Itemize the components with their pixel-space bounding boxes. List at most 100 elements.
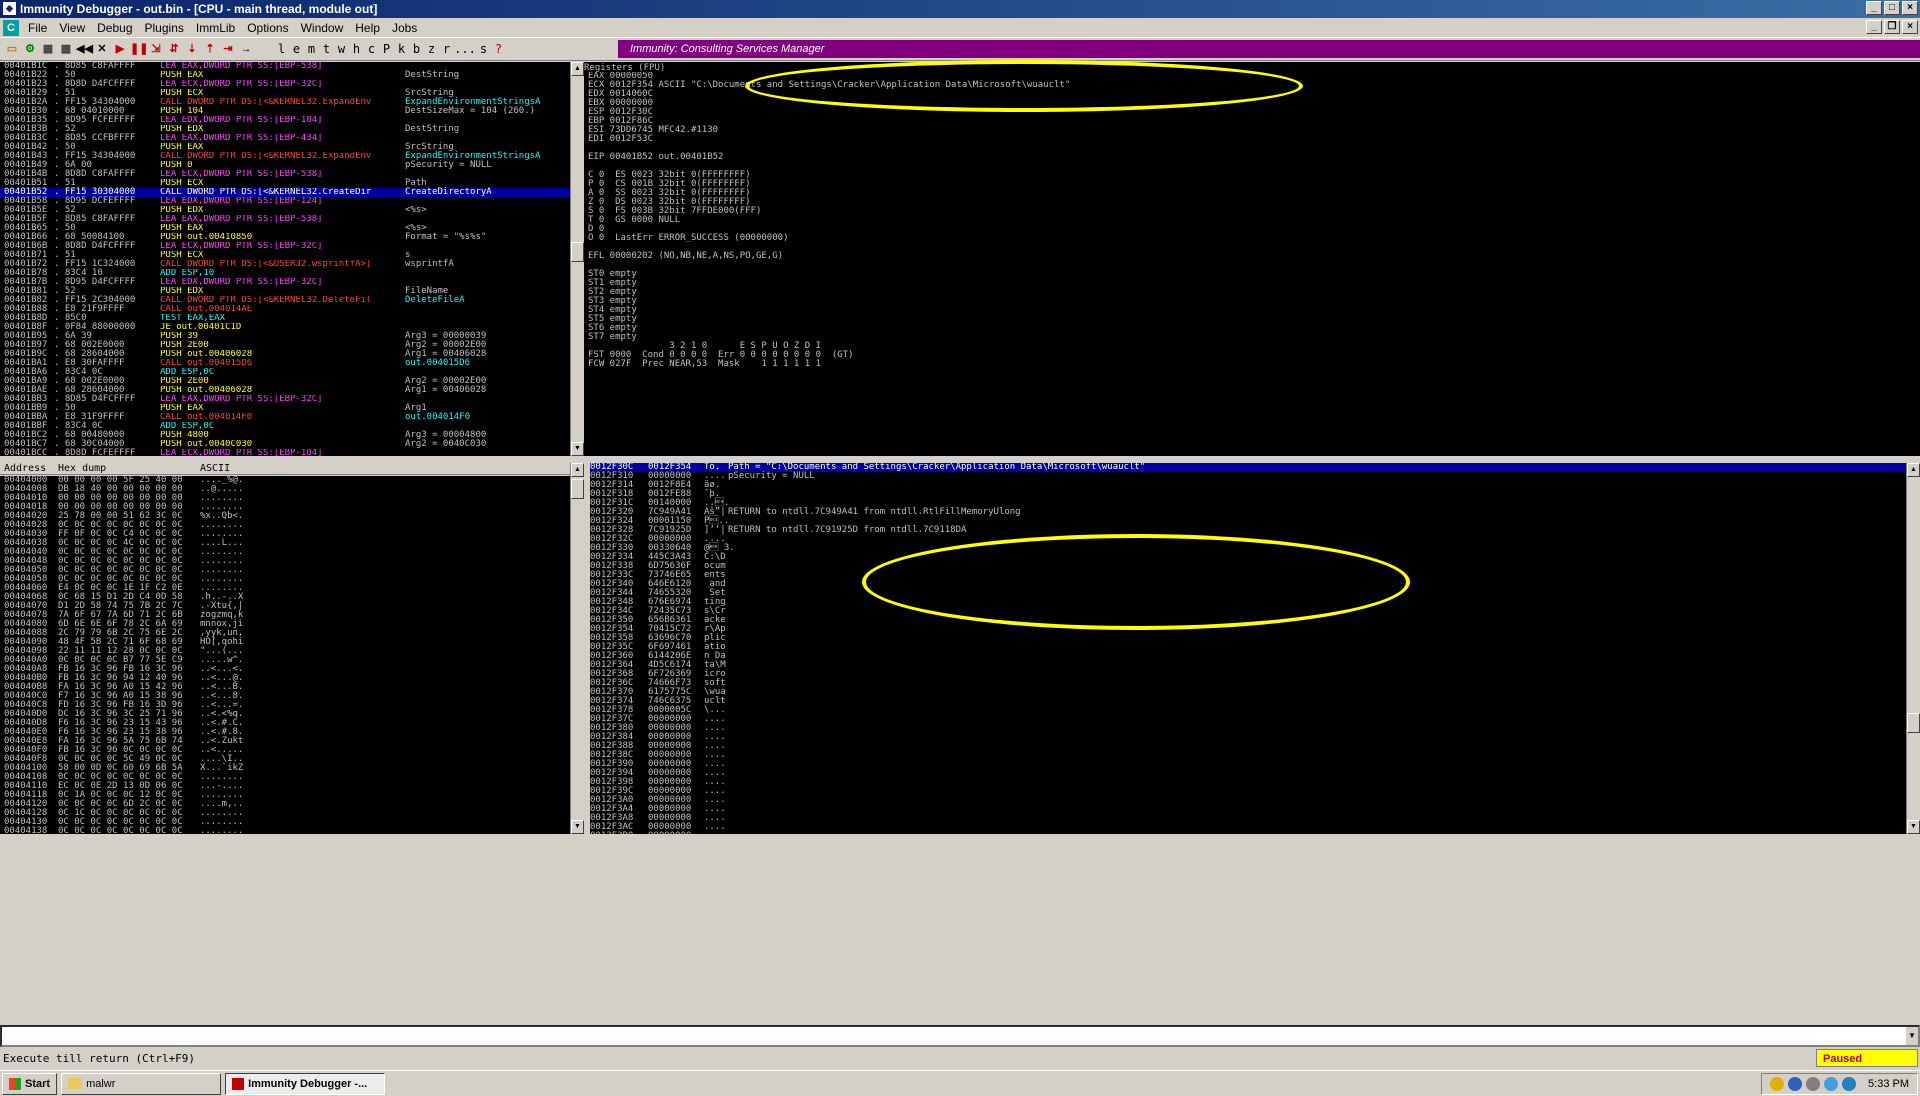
- menu-file[interactable]: File: [22, 21, 53, 35]
- dump-row[interactable]: 00404138 0C 0C 0C 0C 0C 0C 0C 0C........: [0, 827, 570, 835]
- stack-row[interactable]: 0012F378 0000005C \...: [590, 706, 1906, 715]
- register-row[interactable]: S 0 FS 003B 32bit 7FFDE000(FFF): [588, 207, 1920, 216]
- register-row[interactable]: ESP 0012F30C: [588, 108, 1920, 117]
- toolbar-run-trace-button[interactable]: ...: [454, 42, 476, 56]
- scroll-up-icon[interactable]: ▲: [571, 463, 584, 477]
- register-row[interactable]: P 0 CS 001B 32bit 0(FFFFFFFF): [588, 180, 1920, 189]
- scroll-thumb[interactable]: [571, 242, 584, 262]
- stack-row[interactable]: 0012F354 70415C72 r\Ap: [590, 625, 1906, 634]
- menu-jobs[interactable]: Jobs: [386, 21, 423, 35]
- toolbar-z-button[interactable]: z: [424, 42, 439, 56]
- stack-row[interactable]: 0012F380 00000000....: [590, 724, 1906, 733]
- register-row[interactable]: ST6 empty: [588, 324, 1920, 333]
- window-title-bar[interactable]: ◆ Immunity Debugger - out.bin - [CPU - m…: [0, 0, 1920, 18]
- network-icon[interactable]: [1788, 1077, 1803, 1091]
- menu-help[interactable]: Help: [349, 21, 386, 35]
- start-button[interactable]: Start: [2, 1072, 58, 1095]
- open-icon[interactable]: ▭: [4, 41, 20, 57]
- stack-row[interactable]: 0012F384 00000000....: [590, 733, 1906, 742]
- stack-row[interactable]: 0012F3A0 00000000....: [590, 796, 1906, 805]
- menu-window[interactable]: Window: [295, 21, 350, 35]
- hex-dump-pane[interactable]: 00404000 00 00 00 00 5F 25 40 00 ...._%@. 0…: [0, 476, 570, 834]
- rewind-icon[interactable]: ◀◀: [76, 41, 93, 57]
- register-row[interactable]: A 0 SS 0023 32bit 0(FFFFFFFF): [588, 189, 1920, 198]
- stack-row[interactable]: 0012F358 63696C70 plic: [590, 634, 1906, 643]
- disassembly-pane[interactable]: 00401B1C. 8D85 C8FAFFFF LEA EAX,DWORD PTR…: [0, 62, 570, 456]
- stack-row[interactable]: 0012F364 4D5C6174 ta\M: [590, 661, 1906, 670]
- disasm-row[interactable]: 00401B3C. 8D85 CCFBFFFF LEA EAX,DWORD PTR…: [0, 134, 570, 143]
- toolbar-patches-button[interactable]: P: [379, 42, 394, 56]
- stack-row[interactable]: 0012F328 7C91925D]’‘| RETURN to ntdll.7C91…: [590, 526, 1906, 535]
- menu-immlib[interactable]: ImmLib: [190, 21, 241, 35]
- command-dropdown-icon[interactable]: ▼: [1906, 1027, 1918, 1045]
- toolbar-source-button[interactable]: s: [476, 42, 491, 56]
- goto-icon[interactable]: →: [238, 41, 254, 57]
- disasm-row[interactable]: 00401BCC . 8D8D FCFEFFFF LEA ECX,DWORD PTR…: [0, 449, 570, 457]
- register-row[interactable]: EFL 00000202 (NO,NB,NE,A,NS,PO,GE,G): [588, 252, 1920, 261]
- menu-view[interactable]: View: [53, 21, 91, 35]
- stack-row[interactable]: 0012F318 0012FE88 ˆþ.: [590, 490, 1906, 499]
- stack-row[interactable]: 0012F394 00000000....: [590, 769, 1906, 778]
- mdi-minimize-button[interactable]: _: [1866, 20, 1882, 34]
- scroll-up-icon[interactable]: ▲: [571, 62, 584, 76]
- scroll-down-icon[interactable]: ▼: [1907, 820, 1920, 834]
- attach-icon[interactable]: ⚙: [22, 41, 38, 57]
- register-row[interactable]: [588, 243, 1920, 252]
- close-process-icon[interactable]: ✕: [94, 41, 110, 57]
- menu-options[interactable]: Options: [241, 21, 294, 35]
- volume-icon[interactable]: [1806, 1077, 1821, 1091]
- stack-row[interactable]: 0012F38C 00000000....: [590, 751, 1906, 760]
- stack-row[interactable]: 0012F3B0 00000000....: [590, 832, 1906, 835]
- toolbar-memory-button[interactable]: m: [304, 42, 319, 56]
- stack-row[interactable]: 0012F368 6F726369 icro: [590, 670, 1906, 679]
- stack-row[interactable]: 0012F3A8 00000000....: [590, 814, 1906, 823]
- disasm-row[interactable]: 00401BB3. 8D85 D4FCFFFF LEA EAX,DWORD PTR…: [0, 395, 570, 404]
- update-icon[interactable]: [1824, 1077, 1839, 1091]
- stack-row[interactable]: 0012F3AC 00000000....: [590, 823, 1906, 832]
- register-row[interactable]: ST1 empty: [588, 279, 1920, 288]
- disasm-row[interactable]: 00401B7B. 8D95 D4FCFFFF LEA EDX,DWORD PTR…: [0, 278, 570, 287]
- register-row[interactable]: ST4 empty: [588, 306, 1920, 315]
- stack-row[interactable]: 0012F37C 00000000....: [590, 715, 1906, 724]
- stack-row[interactable]: 0012F35C 6F697461 atio: [590, 643, 1906, 652]
- dump-col-hex[interactable]: Hex dump: [58, 463, 106, 475]
- execute-till-return-icon[interactable]: ⇥: [220, 41, 236, 57]
- stack-scrollbar[interactable]: ▲ ▼: [1906, 463, 1920, 834]
- toolbar-stack-button[interactable]: k: [394, 42, 409, 56]
- stack-row[interactable]: 0012F390 00000000....: [590, 760, 1906, 769]
- close-button[interactable]: ×: [1902, 1, 1918, 15]
- register-row[interactable]: EBP 0012F86C: [588, 117, 1920, 126]
- register-row[interactable]: [588, 144, 1920, 153]
- disasm-row[interactable]: 00401B6B. 8D8D D4FCFFFF LEA ECX,DWORD PTR…: [0, 242, 570, 251]
- stack-row[interactable]: 0012F374 746C6375 uclt: [590, 697, 1906, 706]
- register-row[interactable]: EDI 0012F53C: [588, 135, 1920, 144]
- register-row[interactable]: ST2 empty: [588, 288, 1920, 297]
- stack-row[interactable]: 0012F320 7C949A41 Aš”| RETURN to ntdll.7C94…: [590, 508, 1906, 517]
- run-icon[interactable]: ▶: [112, 41, 128, 57]
- layout-icon[interactable]: ▩: [58, 41, 74, 57]
- toolbar-windows-button[interactable]: w: [334, 42, 349, 56]
- toolbar-log-button[interactable]: l: [274, 42, 289, 56]
- toolbar-breakpoints-button[interactable]: b: [409, 42, 424, 56]
- minimize-button[interactable]: _: [1866, 1, 1882, 15]
- security-icon[interactable]: [1842, 1077, 1857, 1091]
- scroll-down-icon[interactable]: ▼: [571, 820, 584, 834]
- step-over-icon[interactable]: ⇵: [166, 41, 182, 57]
- register-row[interactable]: [588, 261, 1920, 270]
- toolbar-executables-button[interactable]: e: [289, 42, 304, 56]
- register-row[interactable]: [588, 162, 1920, 171]
- mdi-restore-button[interactable]: ❐: [1884, 20, 1900, 34]
- stack-row[interactable]: 0012F360 6144206E n Da: [590, 652, 1906, 661]
- toolbar-cpu-button[interactable]: c: [364, 42, 379, 56]
- mdi-close-button[interactable]: ×: [1902, 20, 1918, 34]
- step-into-icon[interactable]: ⇲: [148, 41, 164, 57]
- trace-into-icon[interactable]: ⇣: [184, 41, 200, 57]
- register-row[interactable]: C 0 ES 0023 32bit 0(FFFFFFFF): [588, 171, 1920, 180]
- disasm-row[interactable]: 00401B4B. 8D8D C8FAFFFF LEA ECX,DWORD PTR…: [0, 170, 570, 179]
- disasm-row[interactable]: 00401B35. 8D95 FCFEFFFF LEA EDX,DWORD PTR…: [0, 116, 570, 125]
- disasm-row[interactable]: 00401B5F. 8D85 C8FAFFFF LEA EAX,DWORD PTR…: [0, 215, 570, 224]
- toolbar-references-button[interactable]: r: [439, 42, 454, 56]
- stack-pane[interactable]: 0012F30C 0012F354 Tó. Path = "C:\Documents …: [590, 463, 1906, 834]
- toolbar-threads-button[interactable]: t: [319, 42, 334, 56]
- scroll-thumb[interactable]: [1907, 713, 1920, 733]
